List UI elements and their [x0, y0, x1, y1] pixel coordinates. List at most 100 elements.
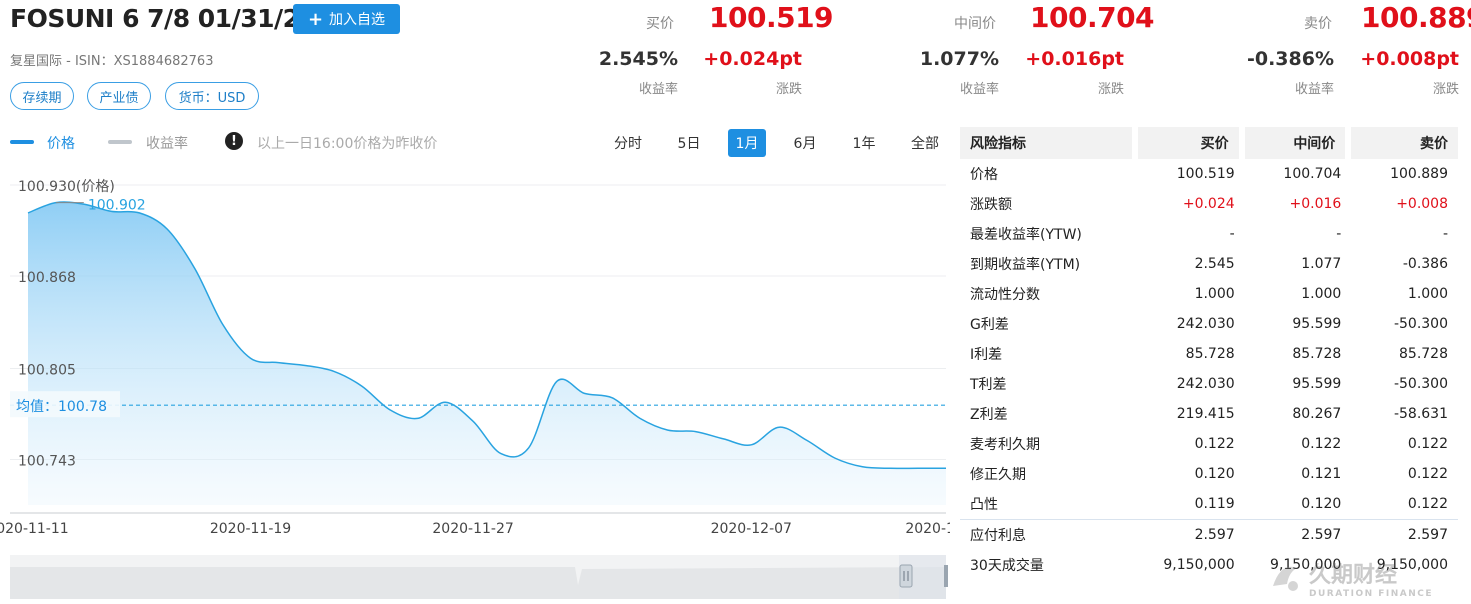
y-tick-label: 100.868: [18, 270, 76, 286]
mid-value: 0.122: [1301, 436, 1342, 452]
bid-price: 100.519: [709, 1, 834, 34]
navigator-handle-right[interactable]: [944, 565, 948, 587]
y-tick-label: 100.930(价格): [18, 179, 115, 195]
bid-value: 0.119: [1194, 496, 1235, 512]
bid-value: 85.728: [1185, 346, 1235, 362]
mid-value: 85.728: [1292, 346, 1342, 362]
mid-value: -: [1336, 226, 1342, 242]
issuer-isin: 复星国际 - ISIN：XS1884682763: [10, 54, 214, 69]
metric-name: I利差: [970, 347, 1003, 363]
bid-value: 219.415: [1176, 406, 1235, 422]
metric-name: 涨跌额: [970, 197, 1012, 213]
metric-name: 30天成交量: [970, 558, 1044, 574]
period-intraday[interactable]: 分时: [608, 129, 648, 157]
ask-value: +0.008: [1396, 196, 1448, 212]
navigator-sparkline: [10, 567, 946, 599]
mid-value: 1.000: [1301, 286, 1342, 302]
ask-value: 1.000: [1407, 286, 1448, 302]
bid-value: +0.024: [1182, 196, 1235, 212]
mid-value: 100.704: [1283, 166, 1342, 182]
table-row: 应付利息 2.597 2.597 2.597: [960, 519, 1458, 550]
metric-name: Z利差: [970, 407, 1008, 423]
ask-value: 0.122: [1407, 466, 1448, 482]
bid-yield: 2.545%: [598, 48, 678, 70]
ask-yield-label: 收益率: [1294, 82, 1334, 97]
metric-name: T利差: [970, 377, 1007, 393]
bid-value: 242.030: [1176, 376, 1235, 392]
bid-change-label: 涨跌: [775, 82, 802, 97]
ask-label: 卖价: [1304, 16, 1332, 32]
tag-status[interactable]: 存续期: [10, 82, 74, 110]
yield-legend-label[interactable]: 收益率: [146, 133, 188, 153]
table-row: 凸性 0.119 0.120 0.122: [960, 489, 1458, 519]
ask-value: 100.889: [1390, 166, 1448, 182]
ask-value: 85.728: [1399, 346, 1448, 362]
price-legend-label[interactable]: 价格: [47, 133, 75, 153]
y-tick-label: 100.805: [18, 362, 76, 378]
table-header-row: 风险指标 买价 中间价 卖价: [960, 127, 1458, 159]
yield-legend-swatch[interactable]: [108, 140, 132, 144]
x-tick-label: 2020-12-07: [711, 521, 792, 537]
bid-value: 1.000: [1194, 286, 1235, 302]
table-row: T利差 242.030 95.599 -50.300: [960, 369, 1458, 399]
mid-value: +0.016: [1289, 196, 1342, 212]
ask-value: -50.300: [1393, 316, 1448, 332]
table-row: 麦考利久期 0.122 0.122 0.122: [960, 429, 1458, 459]
x-tick-label: 2020-11-19: [210, 521, 291, 537]
price-legend-swatch[interactable]: [10, 140, 34, 144]
price-chart[interactable]: 均值：100.78 100.902 100.930(价格) 100.868 100.…: [0, 165, 950, 604]
period-1y[interactable]: 1年: [845, 129, 883, 157]
x-tick-label: 2020-12-14: [905, 521, 950, 537]
bid-value: 0.122: [1194, 436, 1235, 452]
add-to-watchlist-label: 加入自选: [329, 12, 386, 28]
ask-change-label: 涨跌: [1432, 82, 1459, 97]
mid-value: 1.077: [1301, 256, 1342, 272]
ask-value: -0.386: [1402, 256, 1448, 272]
period-all[interactable]: 全部: [904, 129, 946, 157]
ask-yield: -0.386%: [1246, 48, 1334, 70]
duration-finance-logo: 久期财经 DURATION FINANCE: [1273, 562, 1432, 599]
metric-name: 修正久期: [970, 467, 1026, 483]
x-tick-label: 2020-11-27: [432, 521, 513, 537]
bond-title: FOSUNI 6 7/8 01/31/21: [10, 4, 317, 33]
mid-value: 2.597: [1244, 519, 1352, 550]
add-to-watchlist-button[interactable]: + 加入自选: [293, 4, 400, 34]
table-row: I利差 85.728 85.728 85.728: [960, 339, 1458, 369]
ask-change: +0.008pt: [1360, 48, 1459, 70]
table-row: 流动性分数 1.000 1.000 1.000: [960, 279, 1458, 309]
mid-value: 95.599: [1292, 316, 1342, 332]
mid-change: +0.016pt: [1025, 48, 1124, 70]
header-bid: 买价: [1138, 127, 1245, 159]
plus-icon: +: [307, 8, 324, 30]
tag-currency[interactable]: 货币：USD: [165, 82, 259, 110]
y-tick-label: 100.743: [18, 453, 76, 469]
period-1m[interactable]: 1月: [728, 129, 766, 157]
mid-label: 中间价: [954, 16, 996, 32]
mid-value: 0.120: [1301, 496, 1342, 512]
bid-value: 2.597: [1138, 519, 1245, 550]
bid-value: 2.545: [1194, 256, 1235, 272]
metric-name: 最差收益率(YTW): [970, 227, 1082, 243]
price-area: [28, 201, 946, 505]
table-row: 到期收益率(YTM) 2.545 1.077 -0.386: [960, 249, 1458, 279]
mid-value: 0.121: [1301, 466, 1342, 482]
ask-price: 100.889: [1361, 1, 1471, 34]
bid-label: 买价: [646, 16, 674, 32]
period-6m[interactable]: 6月: [786, 129, 824, 157]
period-5d[interactable]: 5日: [670, 129, 708, 157]
ask-value: 2.597: [1351, 519, 1458, 550]
metric-name: 到期收益率(YTM): [970, 257, 1081, 273]
metric-name: 凸性: [970, 497, 998, 513]
mean-label: 均值：100.78: [16, 399, 107, 415]
table-row: Z利差 219.415 80.267 -58.631: [960, 399, 1458, 429]
metric-name: 麦考利久期: [970, 437, 1040, 453]
bid-value: 242.030: [1176, 316, 1235, 332]
mid-change-label: 涨跌: [1097, 82, 1124, 97]
bid-value: 9,150,000: [1163, 557, 1235, 573]
navigator-handle-left[interactable]: [899, 564, 913, 588]
ask-value: -: [1442, 226, 1448, 242]
mid-value: 95.599: [1292, 376, 1342, 392]
mid-yield-label: 收益率: [959, 82, 999, 97]
table-row: 涨跌额 +0.024 +0.016 +0.008: [960, 189, 1458, 219]
tag-category[interactable]: 产业债: [87, 82, 151, 110]
